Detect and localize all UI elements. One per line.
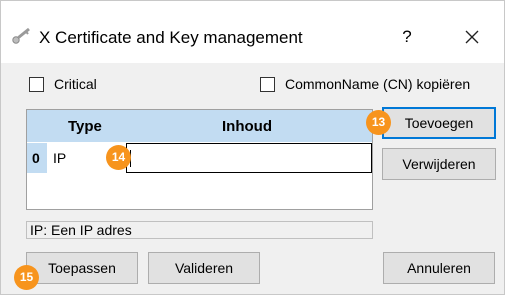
- cancel-button[interactable]: Annuleren: [383, 252, 495, 284]
- annotation-badge-13: 13: [366, 110, 391, 135]
- extension-table: Type Inhoud 0 IP: [26, 109, 373, 210]
- row-header[interactable]: 0: [27, 143, 47, 173]
- title-bar: X Certificate and Key management ?: [1, 1, 504, 63]
- content-input[interactable]: [126, 143, 372, 173]
- window-title: X Certificate and Key management: [39, 28, 303, 47]
- table-header: Type Inhoud: [47, 110, 372, 142]
- column-header-content[interactable]: Inhoud: [222, 110, 272, 142]
- copy-cn-checkbox[interactable]: [260, 77, 275, 92]
- remove-button[interactable]: Verwijderen: [382, 148, 496, 180]
- apply-button[interactable]: Toepassen: [26, 252, 138, 284]
- copy-cn-label: CommonName (CN) kopiëren: [285, 76, 471, 92]
- validate-button[interactable]: Valideren: [148, 252, 260, 284]
- table-corner: [27, 110, 47, 142]
- type-cell[interactable]: IP: [53, 143, 66, 173]
- annotation-badge-15: 15: [14, 265, 39, 290]
- status-text: IP: Een IP adres: [26, 221, 373, 239]
- certificate-key-dialog: X Certificate and Key management ? Criti…: [0, 0, 505, 295]
- close-icon[interactable]: [457, 23, 487, 51]
- help-button[interactable]: ?: [393, 23, 421, 51]
- annotation-badge-14: 14: [106, 145, 131, 170]
- column-header-type[interactable]: Type: [68, 110, 102, 142]
- add-button[interactable]: Toevoegen: [382, 107, 496, 139]
- critical-checkbox[interactable]: [29, 77, 44, 92]
- critical-label: Critical: [54, 76, 97, 92]
- certificate-key-icon: [11, 27, 33, 45]
- row-index: 0: [32, 150, 40, 166]
